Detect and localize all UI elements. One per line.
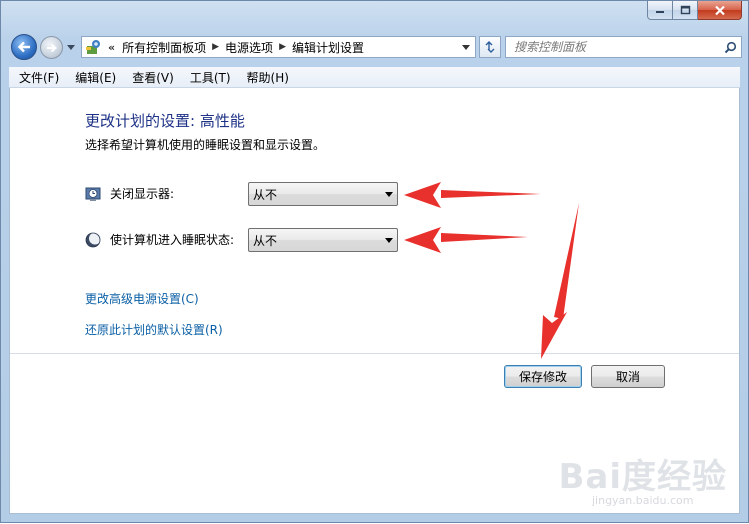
chevron-down-icon [381, 191, 397, 197]
search-box[interactable] [505, 36, 742, 58]
minimize-button[interactable] [647, 1, 673, 20]
breadcrumb-power-options[interactable]: 电源选项 [221, 39, 277, 56]
maximize-icon [680, 5, 690, 15]
display-off-select[interactable]: 从不 [248, 182, 398, 206]
recent-pages-dropdown[interactable] [66, 41, 76, 53]
sleep-value: 从不 [253, 233, 278, 248]
navigation-bar: « 所有控制面板项 ▶ 电源选项 ▶ 编辑计划设置 [11, 33, 742, 61]
chevron-down-icon [381, 237, 397, 243]
content-panel: 更改计划的设置: 高性能 选择希望计算机使用的睡眠设置和显示设置。 关闭显示器:… [9, 88, 740, 514]
breadcrumb-overflow[interactable]: « [103, 41, 118, 54]
breadcrumb-all-control-panel-items[interactable]: 所有控制面板项 [118, 39, 210, 56]
arrow-right-icon [46, 43, 57, 52]
address-bar[interactable]: « 所有控制面板项 ▶ 电源选项 ▶ 编辑计划设置 [81, 36, 476, 58]
breadcrumb-separator-icon[interactable]: ▶ [277, 42, 288, 52]
divider [10, 353, 739, 354]
arrow-left-icon [17, 41, 30, 53]
chevron-down-icon [462, 44, 470, 50]
refresh-button[interactable] [479, 36, 501, 58]
watermark-logo-text: Bai度经验 [558, 457, 727, 497]
sleep-moon-icon [85, 232, 101, 247]
address-history-dropdown[interactable] [457, 37, 475, 57]
page-title: 更改计划的设置: 高性能 [85, 112, 245, 130]
sleep-select[interactable]: 从不 [248, 228, 398, 252]
breadcrumb-edit-plan-settings[interactable]: 编辑计划设置 [288, 39, 368, 56]
control-panel-icon [86, 40, 100, 54]
menu-bar: 文件(F) 编辑(E) 查看(V) 工具(T) 帮助(H) [9, 67, 740, 88]
menu-file[interactable]: 文件(F) [11, 69, 67, 86]
menu-view[interactable]: 查看(V) [124, 69, 182, 86]
forward-button[interactable] [40, 36, 63, 59]
minimize-icon [656, 11, 664, 13]
setting-display-off: 关闭显示器: [85, 185, 174, 202]
display-timer-icon [85, 187, 101, 201]
maximize-button[interactable] [673, 1, 698, 20]
back-button[interactable] [11, 34, 37, 60]
caption-buttons [647, 1, 742, 21]
setting-sleep: 使计算机进入睡眠状态: [85, 231, 234, 248]
restore-defaults-link[interactable]: 还原此计划的默认设置(R) [85, 321, 223, 338]
display-off-label: 关闭显示器: [110, 187, 175, 201]
menu-edit[interactable]: 编辑(E) [67, 69, 124, 86]
sleep-label: 使计算机进入睡眠状态: [110, 233, 235, 247]
close-button[interactable] [698, 1, 742, 20]
breadcrumb: 所有控制面板项 ▶ 电源选项 ▶ 编辑计划设置 [118, 39, 368, 56]
search-input[interactable] [506, 39, 719, 55]
chevron-down-icon [67, 44, 75, 50]
search-icon [724, 41, 736, 53]
advanced-power-settings-link[interactable]: 更改高级电源设置(C) [85, 290, 199, 307]
refresh-icon [485, 41, 495, 53]
menu-tools[interactable]: 工具(T) [182, 69, 239, 86]
search-button[interactable] [719, 41, 741, 54]
display-off-value: 从不 [253, 187, 278, 202]
save-changes-button[interactable]: 保存修改 [504, 365, 582, 388]
baidu-watermark: Bai度经验 jingyan.baidu.com [558, 449, 727, 507]
window: « 所有控制面板项 ▶ 电源选项 ▶ 编辑计划设置 文件(F) 编辑(E) 查看 [0, 0, 749, 523]
menu-help[interactable]: 帮助(H) [239, 69, 297, 86]
breadcrumb-separator-icon[interactable]: ▶ [210, 42, 221, 52]
page-subtitle: 选择希望计算机使用的睡眠设置和显示设置。 [85, 138, 326, 152]
close-icon [714, 5, 725, 15]
cancel-button[interactable]: 取消 [591, 365, 665, 388]
